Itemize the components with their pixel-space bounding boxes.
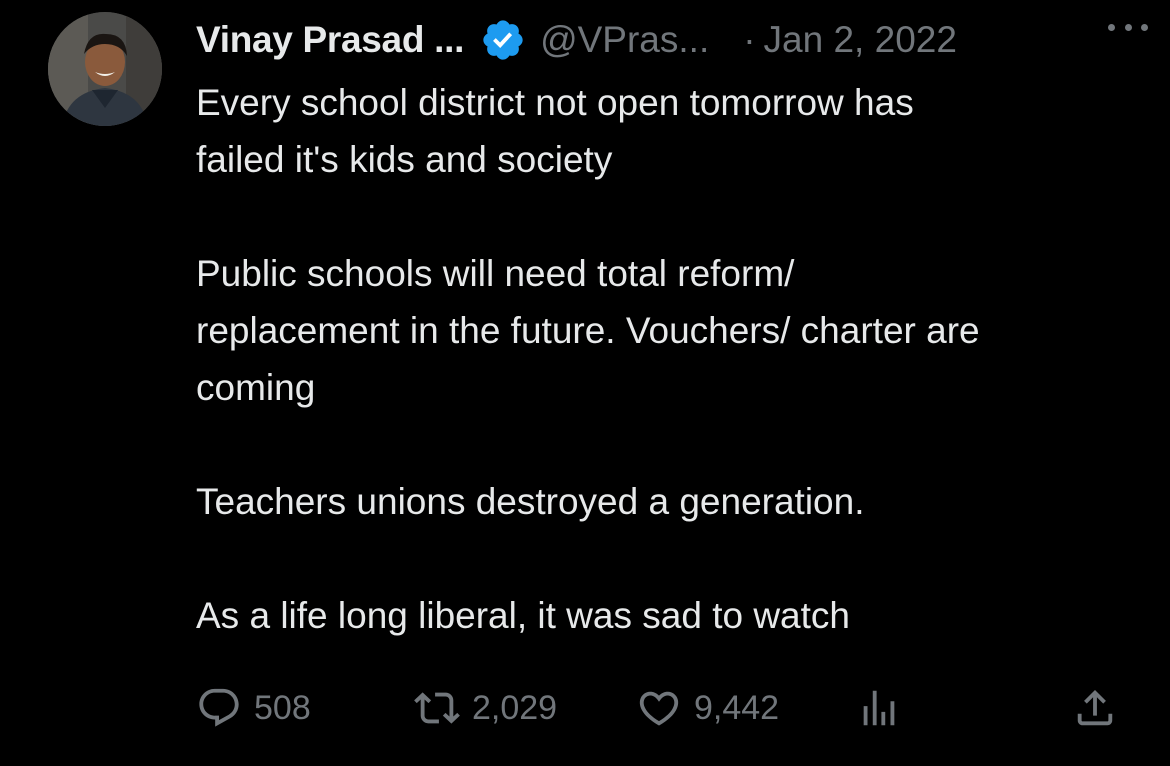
tweet[interactable]: Vinay Prasad ... @VPras... · Jan 2, 2022…: [0, 0, 1170, 766]
avatar[interactable]: [48, 12, 162, 126]
avatar-image: [48, 12, 162, 126]
action-bar: 508 2,029 9,442: [196, 680, 1136, 736]
retweet-icon: [414, 692, 460, 724]
tweet-paragraph: As a life long liberal, it was sad to wa…: [196, 595, 850, 636]
reply-icon: [199, 688, 239, 727]
retweet-count: 2,029: [472, 688, 558, 727]
views-button[interactable]: [856, 680, 902, 736]
reply-button[interactable]: 508: [196, 680, 311, 736]
like-count: 9,442: [694, 688, 780, 727]
retweet-button[interactable]: 2,029: [414, 680, 557, 736]
tweet-header: Vinay Prasad ... @VPras... · Jan 2, 2022: [196, 14, 1136, 66]
verified-badge-icon[interactable]: [480, 17, 526, 63]
views-icon: [863, 690, 895, 726]
more-horizontal-icon[interactable]: [1108, 14, 1148, 40]
like-button[interactable]: 9,442: [636, 680, 779, 736]
tweet-text: Every school district not open tomorrow …: [196, 74, 1146, 644]
share-icon: [1077, 689, 1113, 726]
tweet-date[interactable]: Jan 2, 2022: [764, 19, 957, 61]
separator-dot: ·: [743, 19, 756, 60]
tweet-paragraph: Every school district not open tomorrow …: [196, 82, 914, 180]
author-name[interactable]: Vinay Prasad ...: [196, 19, 464, 61]
author-handle[interactable]: @VPras...: [540, 19, 709, 61]
heart-icon: [639, 691, 679, 726]
tweet-paragraph: Public schools will need total reform/ r…: [196, 253, 980, 408]
share-button[interactable]: [1072, 680, 1118, 736]
tweet-paragraph: Teachers unions destroyed a generation.: [196, 481, 865, 522]
reply-count: 508: [254, 688, 311, 727]
